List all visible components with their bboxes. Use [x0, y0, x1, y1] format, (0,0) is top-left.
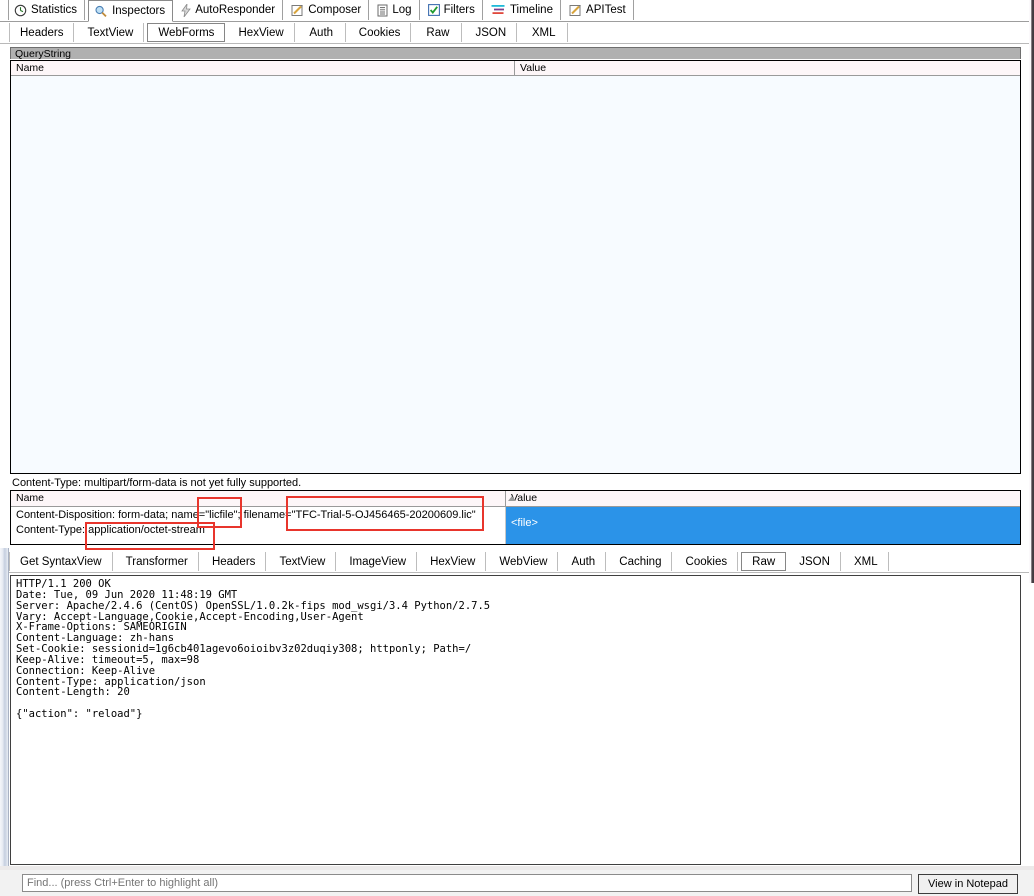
request-tab-cookies[interactable]: Cookies	[348, 23, 412, 42]
querystring-grid-header: Name Value	[11, 61, 1020, 76]
tab-apitest[interactable]: APITest	[564, 0, 634, 20]
response-tab-json[interactable]: JSON	[789, 552, 841, 571]
body-col-value[interactable]: Value	[506, 491, 1020, 506]
request-tab-hexview[interactable]: HexView	[228, 23, 295, 42]
request-tab-textview[interactable]: TextView	[77, 23, 145, 42]
querystring-col-name[interactable]: Name	[11, 61, 515, 75]
request-tab-headers-label: Headers	[20, 26, 64, 39]
querystring-grid-body	[11, 76, 1020, 472]
request-tab-raw[interactable]: Raw	[414, 23, 463, 42]
response-tab-headers[interactable]: Headers	[201, 552, 267, 571]
list-icon	[377, 4, 388, 17]
body-row-value-cell[interactable]: <file>	[506, 507, 1020, 544]
querystring-band: QueryString	[10, 47, 1021, 59]
tab-log-label: Log	[392, 4, 412, 16]
response-tab-raw[interactable]: Raw	[741, 552, 787, 571]
response-tab-xml-label: XML	[853, 555, 878, 568]
magnifier-icon	[94, 5, 108, 18]
tab-timeline-label: Timeline	[509, 4, 553, 16]
request-inspector-tabstrip: Headers TextView WebForms HexView Auth C…	[0, 23, 1029, 44]
response-tab-get-syntaxview[interactable]: Get SyntaxView	[9, 552, 113, 571]
body-grid-header: Name Value	[11, 491, 1020, 507]
querystring-grid[interactable]: Name Value	[10, 60, 1021, 474]
checkbox-icon	[427, 4, 440, 16]
response-tab-hexview[interactable]: HexView	[420, 552, 487, 571]
tab-autoresponder-label: AutoResponder	[195, 4, 276, 16]
response-tab-hexview-label: HexView	[430, 555, 476, 568]
response-tab-imageview-label: ImageView	[349, 555, 407, 568]
tab-filters[interactable]: Filters	[422, 0, 483, 20]
request-tab-webforms-label: WebForms	[158, 26, 215, 39]
response-tab-json-label: JSON	[799, 555, 830, 568]
response-tab-cookies[interactable]: Cookies	[675, 552, 739, 571]
tab-autoresponder[interactable]: AutoResponder	[176, 0, 284, 20]
tab-inspectors[interactable]: Inspectors	[88, 0, 174, 22]
pencil-note-icon	[569, 4, 582, 17]
clock-icon	[14, 4, 27, 17]
tab-apitest-label: APITest	[586, 4, 626, 16]
content-type-line: Content-Type: application/octet-stream	[16, 524, 205, 536]
tab-filters-label: Filters	[443, 4, 475, 16]
raw-response-text[interactable]: HTTP/1.1 200 OK Date: Tue, 09 Jun 2020 1…	[11, 576, 1020, 720]
response-tab-headers-label: Headers	[211, 555, 256, 568]
tab-timeline[interactable]: Timeline	[485, 0, 561, 20]
request-tab-hexview-label: HexView	[238, 26, 284, 39]
request-tab-webforms[interactable]: WebForms	[147, 23, 226, 42]
tab-statistics[interactable]: Statistics	[8, 0, 86, 20]
response-tab-webview-label: WebView	[499, 555, 548, 568]
tab-statistics-label: Statistics	[31, 4, 78, 16]
request-tab-headers[interactable]: Headers	[9, 23, 75, 42]
request-tab-json[interactable]: JSON	[465, 23, 518, 42]
raw-response-pane[interactable]: HTTP/1.1 200 OK Date: Tue, 09 Jun 2020 1…	[10, 575, 1021, 865]
response-tab-caching-label: Caching	[619, 555, 662, 568]
response-tab-textview-label: TextView	[279, 555, 326, 568]
querystring-col-value[interactable]: Value	[515, 61, 1020, 75]
request-tab-xml[interactable]: XML	[520, 23, 569, 42]
lightning-icon	[181, 2, 192, 17]
request-tab-auth[interactable]: Auth	[297, 23, 346, 42]
pencil-note-icon	[291, 4, 304, 17]
search-input[interactable]	[22, 874, 912, 892]
request-tab-xml-label: XML	[531, 26, 556, 39]
window-right-edge	[1029, 0, 1034, 583]
request-tab-json-label: JSON	[475, 26, 507, 39]
request-tab-cookies-label: Cookies	[358, 26, 401, 39]
multipart-notice: Content-Type: multipart/form-data is not…	[12, 477, 302, 489]
response-tab-transformer[interactable]: Transformer	[115, 552, 199, 571]
request-tab-auth-label: Auth	[309, 26, 334, 39]
body-grid[interactable]: Name Value Content-Disposition: form-dat…	[10, 490, 1021, 545]
tab-composer-label: Composer	[308, 4, 362, 16]
view-in-notepad-button[interactable]: View in Notepad	[918, 874, 1018, 894]
request-tab-raw-label: Raw	[426, 26, 450, 39]
response-tab-webview[interactable]: WebView	[489, 552, 559, 571]
body-col-name[interactable]: Name	[11, 491, 506, 506]
response-tab-textview[interactable]: TextView	[269, 552, 337, 571]
response-tab-auth[interactable]: Auth	[561, 552, 607, 571]
tab-inspectors-label: Inspectors	[112, 5, 166, 17]
request-tab-textview-label: TextView	[87, 26, 134, 39]
tab-composer[interactable]: Composer	[286, 0, 370, 20]
tab-log[interactable]: Log	[372, 0, 420, 20]
ascending-sort-arrow-icon	[508, 496, 516, 501]
response-tab-transformer-label: Transformer	[125, 555, 188, 568]
body-row-name-cell[interactable]: Content-Disposition: form-data; name="li…	[11, 507, 506, 544]
panel-splitter[interactable]	[0, 548, 9, 878]
content-disposition-line: Content-Disposition: form-data; name="li…	[16, 509, 476, 521]
timeline-icon	[491, 4, 506, 16]
main-tabstrip: Statistics Inspectors AutoResponder Comp…	[0, 0, 1029, 22]
response-tab-cookies-label: Cookies	[685, 555, 728, 568]
response-tab-caching[interactable]: Caching	[609, 552, 673, 571]
response-tab-raw-label: Raw	[752, 555, 776, 568]
response-tab-auth-label: Auth	[571, 555, 596, 568]
table-row[interactable]: Content-Disposition: form-data; name="li…	[11, 507, 1020, 544]
response-tab-xml[interactable]: XML	[843, 552, 889, 571]
fiddler-window: Statistics Inspectors AutoResponder Comp…	[0, 0, 1034, 896]
response-tab-get-syntaxview-label: Get SyntaxView	[20, 555, 102, 568]
response-tab-imageview[interactable]: ImageView	[339, 552, 418, 571]
response-inspector-tabstrip: Get SyntaxView Transformer Headers TextV…	[0, 552, 1029, 573]
